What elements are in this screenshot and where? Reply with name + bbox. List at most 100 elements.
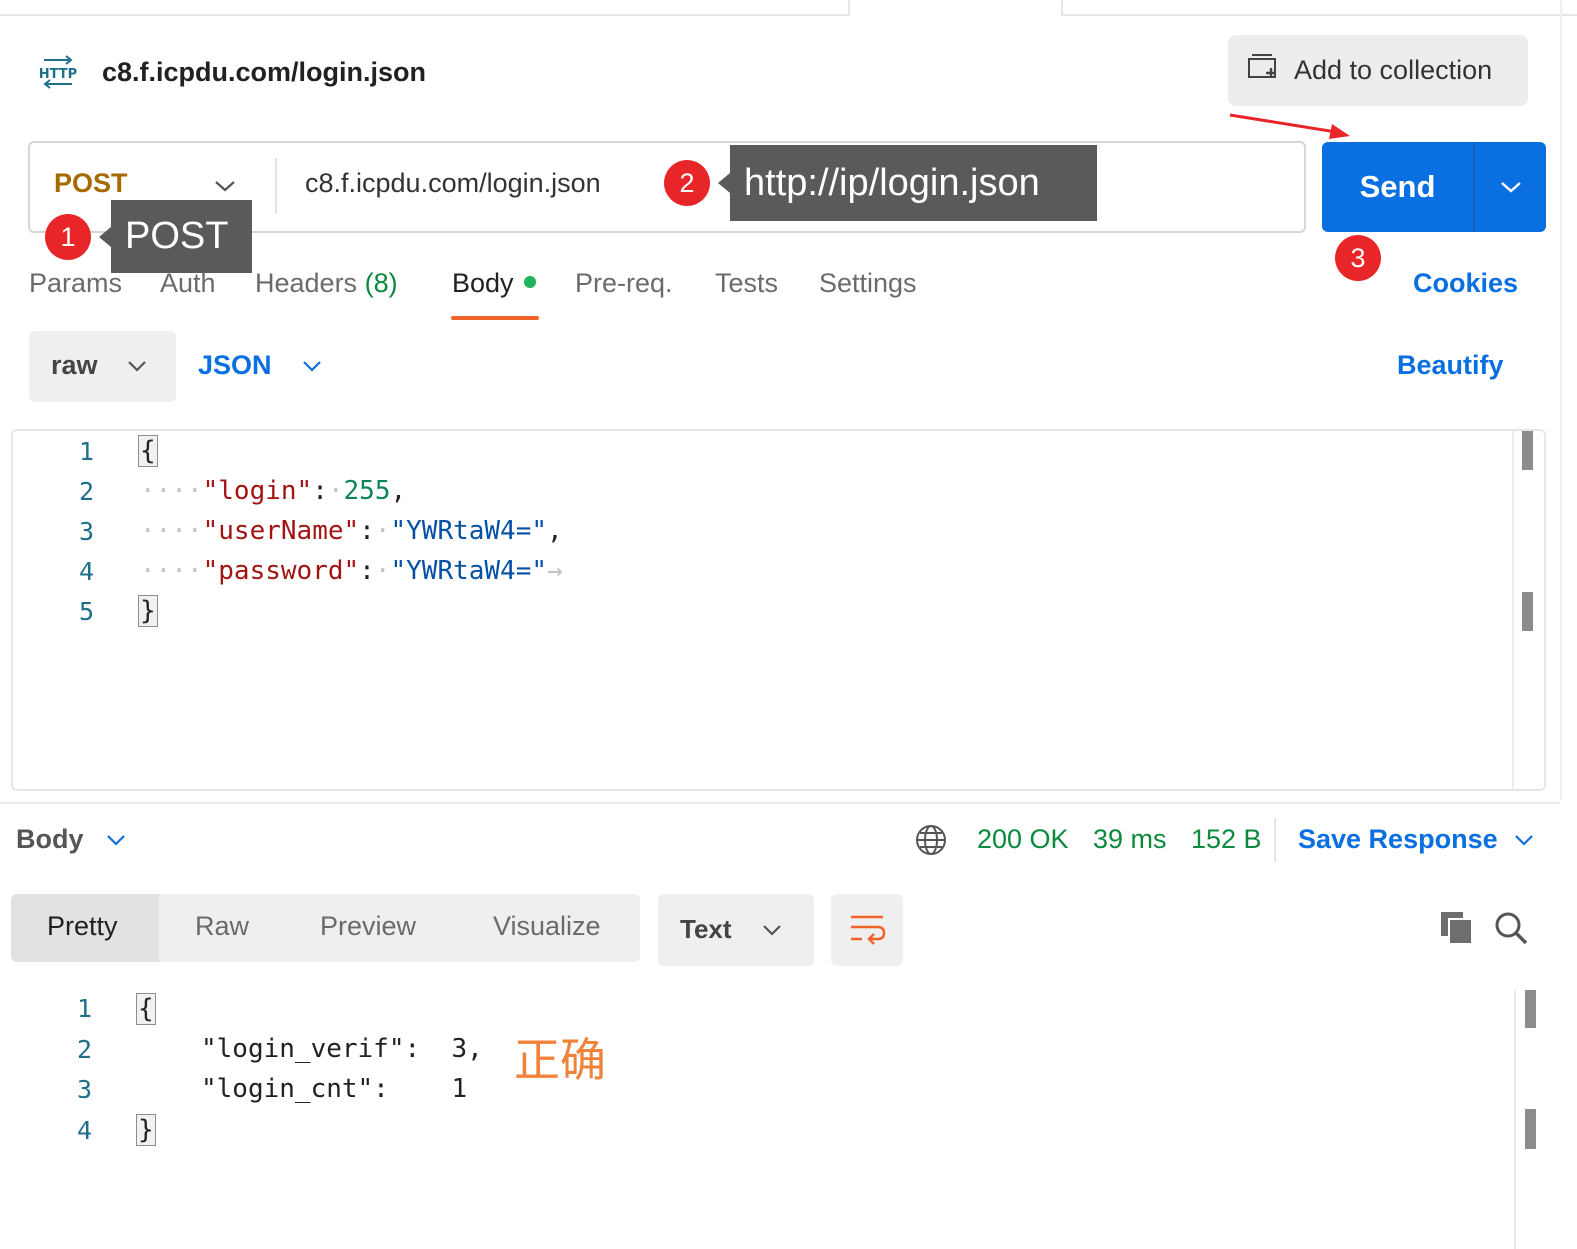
response-separator: [0, 802, 1560, 804]
tab-strip-divider: [848, 0, 850, 16]
add-to-collection-label: Add to collection: [1294, 55, 1493, 85]
cookies-link[interactable]: Cookies: [1413, 268, 1518, 299]
eol-arrow: →: [547, 556, 563, 586]
code-line: "login_cnt": 1: [201, 1074, 468, 1104]
response-scrollbar-track: [1514, 990, 1516, 1249]
tab-headers[interactable]: Headers (8): [255, 268, 398, 299]
window-edge: [1560, 0, 1562, 800]
annotation-correct-note: 正确: [514, 1033, 606, 1087]
line-number: 2: [76, 1035, 92, 1064]
editor-scrollbar-thumb[interactable]: [1522, 431, 1533, 470]
save-response-button[interactable]: Save Response: [1298, 824, 1498, 855]
code-line: }: [136, 1114, 156, 1146]
view-preview[interactable]: Preview: [320, 911, 416, 942]
active-tab-underline: [451, 316, 539, 320]
line-number: 4: [78, 557, 94, 586]
view-pretty[interactable]: Pretty: [47, 911, 118, 942]
request-name[interactable]: c8.f.icpdu.com/login.json: [102, 54, 426, 90]
brace-close: }: [136, 1114, 156, 1146]
view-raw[interactable]: Raw: [195, 911, 249, 942]
send-options-chevron-icon[interactable]: [1498, 177, 1524, 197]
code-line: ····"userName":·"YWRtaW4=",: [140, 516, 563, 546]
response-scrollbar-marker: [1525, 1109, 1536, 1149]
code-line: ····"login":·255,: [140, 476, 407, 506]
response-section-select[interactable]: Body: [16, 824, 84, 855]
tab-strip-border: [1063, 14, 1577, 16]
annotation-badge-2: 2: [664, 160, 710, 206]
line-number: 3: [76, 1075, 92, 1104]
chevron-down-icon[interactable]: [1512, 831, 1536, 854]
code-line: {: [138, 435, 158, 467]
callout-pointer: [99, 227, 111, 247]
response-size[interactable]: 152 B: [1191, 824, 1262, 855]
url-divider: [275, 158, 277, 214]
tab-tests[interactable]: Tests: [715, 268, 778, 299]
line-number: 3: [78, 517, 94, 546]
method-select[interactable]: POST: [54, 168, 128, 199]
json-key: "login": [202, 476, 313, 506]
indent-whitespace: ····: [140, 556, 203, 586]
indent-whitespace: ····: [140, 516, 203, 546]
wrap-lines-icon: [848, 912, 886, 951]
body-mode-label: raw: [51, 350, 98, 380]
chevron-down-icon[interactable]: [212, 176, 238, 196]
json-key: "password": [202, 556, 360, 586]
chevron-down-icon[interactable]: [760, 921, 784, 944]
json-number: 255: [343, 476, 391, 506]
response-scrollbar-thumb[interactable]: [1525, 990, 1536, 1028]
json-comma: ,: [547, 516, 563, 546]
line-number: 4: [76, 1116, 92, 1145]
json-string: "YWRtaW4=": [390, 516, 548, 546]
chevron-down-icon[interactable]: [300, 357, 324, 380]
indent-whitespace: ····: [140, 476, 203, 506]
code-line: {: [136, 993, 156, 1025]
body-active-dot: [523, 275, 536, 288]
annotation-arrow: [1228, 110, 1358, 147]
response-divider: [1274, 818, 1276, 862]
globe-icon[interactable]: [914, 823, 948, 862]
copy-icon[interactable]: [1439, 910, 1475, 951]
body-language-select[interactable]: JSON: [198, 350, 272, 381]
tab-body[interactable]: Body: [452, 268, 536, 299]
view-visualize[interactable]: Visualize: [493, 911, 601, 942]
code-line: ····"password":·"YWRtaW4="→: [140, 556, 563, 586]
tab-auth[interactable]: Auth: [160, 268, 216, 299]
line-number: 2: [78, 477, 94, 506]
status-code[interactable]: 200 OK: [977, 824, 1069, 855]
line-number: 1: [78, 437, 94, 466]
line-number: 5: [78, 597, 94, 626]
editor-scrollbar-track: [1512, 431, 1514, 789]
send-divider: [1473, 142, 1475, 232]
chevron-down-icon[interactable]: [104, 831, 128, 854]
search-icon[interactable]: [1492, 909, 1530, 952]
brace-open: {: [138, 435, 158, 467]
response-time[interactable]: 39 ms: [1093, 824, 1167, 855]
json-string: "YWRtaW4=": [390, 556, 548, 586]
beautify-button[interactable]: Beautify: [1397, 350, 1504, 381]
tab-body-label: Body: [452, 268, 514, 298]
headers-count: (8): [364, 268, 398, 298]
chevron-down-icon[interactable]: [125, 357, 149, 380]
annotation-badge-3: 3: [1335, 235, 1381, 281]
add-to-collection-button[interactable]: Add to collection: [1228, 35, 1528, 106]
url-input[interactable]: c8.f.icpdu.com/login.json: [305, 168, 601, 199]
tab-headers-label: Headers: [255, 268, 358, 298]
json-key: "userName": [202, 516, 360, 546]
send-label[interactable]: Send: [1322, 142, 1473, 232]
json-comma: ,: [390, 476, 407, 506]
editor-scrollbar-marker: [1522, 592, 1533, 631]
brace-open: {: [136, 993, 156, 1025]
tab-params[interactable]: Params: [29, 268, 122, 299]
annotation-badge-1: 1: [45, 214, 91, 260]
code-line: }: [138, 595, 158, 627]
json-colon: :: [359, 556, 375, 586]
tab-settings[interactable]: Settings: [819, 268, 917, 299]
code-line: "login_verif": 3,: [201, 1034, 483, 1064]
callout-pointer: [718, 173, 730, 193]
collection-add-icon: [1246, 51, 1280, 90]
json-colon: :: [359, 516, 375, 546]
annotation-callout-url: http://ip/login.json: [730, 145, 1097, 221]
annotation-callout-method: POST: [111, 200, 252, 273]
tab-prereq[interactable]: Pre-req.: [575, 268, 673, 299]
json-colon: :: [312, 476, 328, 506]
